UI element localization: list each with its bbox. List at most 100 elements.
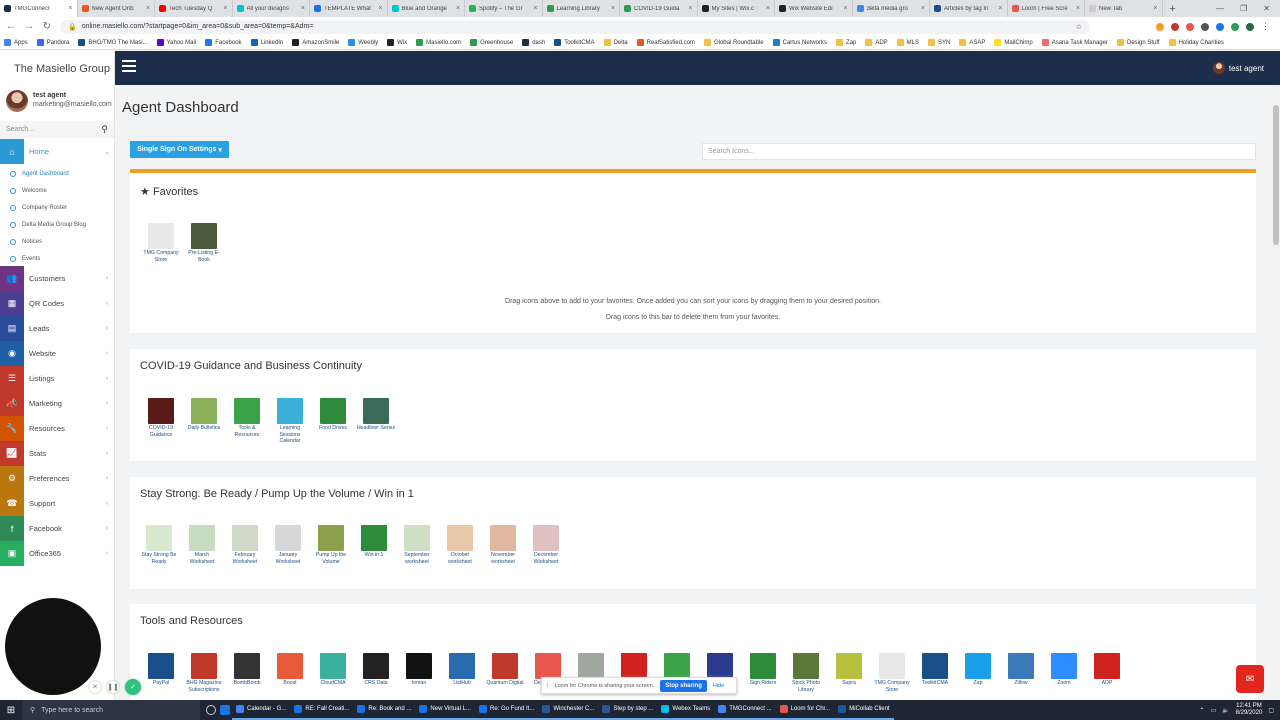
sso-settings-button[interactable]: Single Sign On Settings ▾ — [130, 141, 229, 158]
reload-icon[interactable]: ↻ — [42, 21, 52, 32]
clock[interactable]: 12:41 PM 8/29/2020 — [1236, 703, 1263, 717]
minimize-icon[interactable]: — — [1216, 4, 1224, 13]
app-tile[interactable]: PayPal — [141, 653, 181, 687]
search-icon[interactable]: ⚲ — [101, 124, 108, 135]
bookmark-item[interactable]: BHG/TMG The Masi... — [78, 39, 148, 46]
app-tile[interactable]: March Worksheet — [182, 525, 222, 565]
edge-icon[interactable] — [220, 705, 230, 715]
extension-icon[interactable] — [1216, 22, 1224, 31]
close-icon[interactable]: × — [843, 5, 847, 12]
taskbar-app[interactable]: Step by step ... — [598, 700, 658, 720]
page-scrollbar[interactable] — [1272, 85, 1280, 700]
app-tile[interactable]: February Worksheet — [225, 525, 265, 565]
hide-button[interactable]: Hide — [713, 683, 724, 689]
browser-tab[interactable]: Loom | Free Scre × — [1008, 0, 1085, 17]
extension-icon[interactable] — [1186, 22, 1194, 31]
browser-tab[interactable]: New Tab × — [1085, 0, 1163, 17]
chevron-up-icon[interactable]: ⌃ — [1199, 707, 1204, 714]
back-icon[interactable]: ← — [6, 21, 16, 32]
bookmark-item[interactable]: Facebook — [205, 39, 242, 46]
drag-handle-icon[interactable]: ⁞ — [547, 683, 549, 689]
sidebar-subitem[interactable]: Events — [10, 250, 40, 267]
taskbar-app[interactable]: RE: Fall Creati... — [290, 700, 354, 720]
menu-dots-icon[interactable]: ⋮ — [1261, 21, 1270, 32]
windows-start-icon[interactable]: ⊞ — [0, 705, 22, 716]
stop-sharing-button[interactable]: Stop sharing — [660, 679, 707, 692]
volume-icon[interactable]: 🔈 — [1222, 707, 1229, 714]
bookmark-item[interactable]: Weebly — [348, 39, 378, 46]
new-tab-button[interactable]: + — [1163, 0, 1183, 17]
browser-tab[interactable]: All your designs × — [233, 0, 310, 17]
bookmark-item[interactable]: ASAP — [959, 39, 985, 46]
app-tile[interactable]: CRS Data — [356, 653, 396, 687]
app-tile[interactable]: January Worksheet — [268, 525, 308, 565]
sidebar-item-home[interactable]: ⌂ Home ⌄ — [0, 139, 114, 164]
app-tile[interactable]: September worksheet — [397, 525, 437, 565]
loom-camera-bubble[interactable] — [5, 598, 101, 695]
close-icon[interactable]: × — [301, 5, 305, 12]
app-tile[interactable]: ADP — [1087, 653, 1127, 687]
bookmark-item[interactable]: Holiday Charities — [1168, 39, 1224, 46]
maximize-icon[interactable]: ❐ — [1240, 4, 1247, 13]
taskbar-search-input[interactable]: ⚲ Type here to search — [22, 700, 200, 720]
url-field[interactable]: 🔒 online.masiello.com/?startpage=0&im_ar… — [60, 19, 1090, 34]
hamburger-menu-icon[interactable] — [122, 60, 136, 74]
close-icon[interactable]: × — [533, 5, 537, 12]
sidebar-item[interactable]: 👥 Customers ‹ — [0, 266, 114, 291]
app-tile[interactable]: ListHub — [442, 653, 482, 687]
app-tile[interactable]: Zillow — [1001, 653, 1041, 687]
extension-icon[interactable] — [1201, 22, 1209, 31]
bookmark-item[interactable]: Design Stuff — [1116, 39, 1160, 46]
close-icon[interactable]: × — [1076, 5, 1080, 12]
app-tile[interactable]: TMG Company Store — [141, 223, 181, 263]
app-tile[interactable]: BHG Magazine Subscriptions — [184, 653, 224, 693]
bookmark-item[interactable]: Global Roundtable — [703, 39, 764, 46]
sidebar-item[interactable]: 📣 Marketing ‹ — [0, 391, 114, 416]
chat-icon[interactable]: ✉ — [1236, 665, 1264, 693]
close-icon[interactable]: × — [1153, 5, 1157, 12]
sidebar-subitem[interactable]: Agent Dashboard — [10, 165, 69, 182]
profile-icon[interactable] — [1246, 22, 1254, 31]
taskbar-app[interactable]: Webex Teams — [657, 700, 715, 720]
close-window-icon[interactable]: ✕ — [1263, 4, 1270, 13]
sidebar-subitem[interactable]: Notices — [10, 233, 42, 250]
app-tile[interactable]: CloudCMA — [313, 653, 353, 687]
browser-tab[interactable]: delta media gro × — [853, 0, 930, 17]
taskbar-app[interactable]: Calendar - G... — [232, 700, 291, 720]
icon-search-input[interactable]: Search Icons... — [702, 143, 1256, 160]
close-icon[interactable]: × — [766, 5, 770, 12]
bookmark-item[interactable]: Yahoo Mail — [156, 39, 196, 46]
app-tile[interactable]: Food Drives — [313, 398, 353, 432]
close-icon[interactable]: × — [223, 5, 227, 12]
close-icon[interactable]: × — [688, 5, 692, 12]
pause-icon[interactable]: ❚❚ — [107, 681, 119, 693]
app-tile[interactable]: October worksheet — [440, 525, 480, 565]
browser-tab[interactable]: Blue and Orange × — [388, 0, 465, 17]
browser-tab[interactable]: TMGConnect × — [0, 0, 78, 17]
app-tile[interactable]: Sign Riders — [743, 653, 783, 687]
bookmark-item[interactable]: RealSatisfied.com — [636, 39, 695, 46]
extension-icon[interactable] — [1231, 22, 1239, 31]
sidebar-subitem[interactable]: Welcome — [10, 182, 47, 199]
app-tile[interactable]: December Worksheet — [526, 525, 566, 565]
taskbar-app[interactable]: New Virtual L... — [415, 700, 475, 720]
close-icon[interactable]: ✕ — [89, 681, 101, 693]
taskbar-app[interactable]: Winchester C... — [538, 700, 599, 720]
sidebar-item[interactable]: ☎ Support ‹ — [0, 491, 114, 516]
bookmark-item[interactable]: AmazonSmile — [292, 39, 339, 46]
app-tile[interactable]: Learning Sessions Calendar — [270, 398, 310, 445]
user-profile[interactable]: test agent marketing@masiello.com — [6, 90, 115, 114]
bookmark-item[interactable]: Zap — [835, 39, 856, 46]
sidebar-item[interactable]: ▦ QR Codes ‹ — [0, 291, 114, 316]
bookmark-item[interactable]: LinkedIn — [250, 39, 283, 46]
sidebar-subitem[interactable]: Delta Media Group Blog — [10, 216, 86, 233]
extension-icon[interactable] — [1156, 22, 1164, 31]
checkmark-icon[interactable]: ✓ — [125, 679, 141, 695]
sidebar-item[interactable]: ◉ Website ‹ — [0, 341, 114, 366]
close-icon[interactable]: × — [456, 5, 460, 12]
browser-tab[interactable]: New Agent Onb × — [78, 0, 155, 17]
app-tile[interactable]: Daily Bulletins — [184, 398, 224, 432]
sidebar-search-input[interactable]: Search... ⚲ — [0, 121, 114, 138]
taskbar-app[interactable]: Re: Go Fund It... — [474, 700, 539, 720]
bookmark-item[interactable]: MLS — [896, 39, 919, 46]
